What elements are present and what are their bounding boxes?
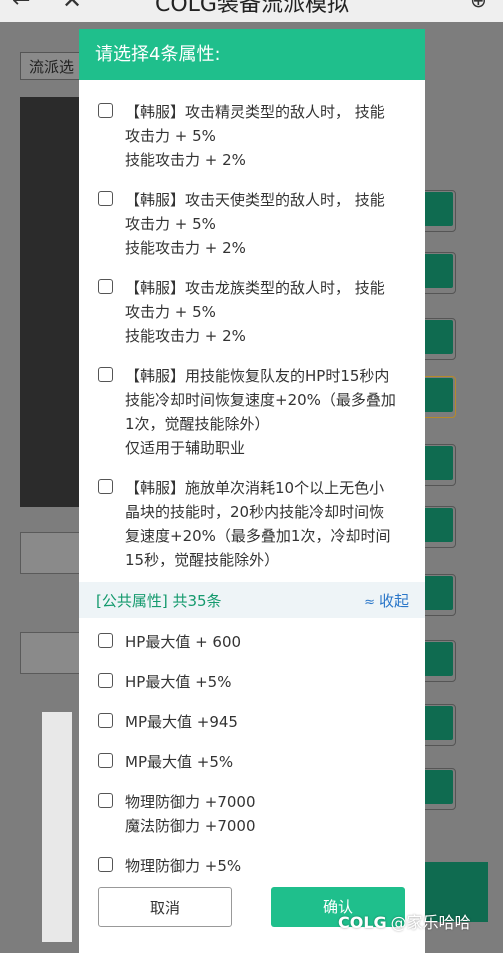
- option-line: 技能攻击力 + 2%: [125, 239, 246, 257]
- option-line: 15秒，觉醒技能除外）: [125, 551, 280, 569]
- checkbox[interactable]: [98, 793, 113, 808]
- watermark-text: @家乐哈哈: [390, 913, 471, 932]
- option-line: 攻击力 + 5%: [125, 215, 216, 233]
- option-text: 【韩服】攻击天使类型的敌人时， 技能 攻击力 + 5% 技能攻击力 + 2%: [125, 188, 410, 260]
- watermark: COLG @家乐哈哈: [338, 909, 471, 933]
- option-text: 【韩服】攻击精灵类型的敌人时， 技能 攻击力 + 5% 技能攻击力 + 2%: [125, 100, 410, 172]
- option-text: 物理防御力 +7000 魔法防御力 +7000: [125, 790, 410, 838]
- collapse-button[interactable]: ≈ 收起: [364, 590, 409, 611]
- more-icon[interactable]: ⊕: [470, 0, 487, 12]
- background-bar: [20, 632, 84, 674]
- option-line: HP最大值 + 600: [125, 633, 242, 651]
- option-line: 【韩服】攻击精灵类型的敌人时， 技能: [125, 103, 385, 121]
- option-line: 【韩服】攻击龙族类型的敌人时， 技能: [125, 279, 385, 297]
- option-line: 【韩服】施放单次消耗10个以上无色小: [125, 479, 385, 497]
- option-line: 1次，觉醒技能除外）: [125, 415, 270, 433]
- option-text: HP最大值 +5%: [125, 670, 410, 694]
- option-line: HP最大值 +5%: [125, 673, 232, 691]
- background-panel: [20, 97, 82, 507]
- checkbox[interactable]: [98, 479, 113, 494]
- option-line: 【韩服】用技能恢复队友的HP时15秒内: [125, 367, 390, 385]
- option-text: 【韩服】攻击龙族类型的敌人时， 技能 攻击力 + 5% 技能攻击力 + 2%: [125, 276, 410, 348]
- background-bar: [20, 532, 84, 574]
- dialog-title: 请选择4条属性:: [79, 29, 425, 80]
- colg-logo: COLG: [338, 913, 387, 932]
- option-text: HP最大值 + 600: [125, 630, 410, 654]
- section-label: [公共属性] 共35条: [96, 592, 222, 610]
- checkbox[interactable]: [98, 633, 113, 648]
- option-text: 【韩服】施放单次消耗10个以上无色小 晶块的技能时，20秒内技能冷却时间恢 复速…: [125, 476, 410, 572]
- back-icon[interactable]: ←: [12, 0, 30, 13]
- background-area: [42, 712, 72, 942]
- option-line: 技能冷却时间恢复速度+20%（最多叠加: [125, 391, 396, 409]
- option-text: MP最大值 +5%: [125, 750, 410, 774]
- option-line: 复速度+20%（最多叠加1次，冷却时间: [125, 527, 391, 545]
- option-line: MP最大值 +5%: [125, 753, 234, 771]
- option-text: 物理防御力 +5%: [125, 854, 410, 878]
- option-line: 仅适用于辅助职业: [125, 439, 246, 457]
- attribute-select-dialog: 请选择4条属性: 【韩服】攻击精灵类型的敌人时， 技能 攻击力 + 5% 技能攻…: [79, 29, 425, 953]
- checkbox[interactable]: [98, 103, 113, 118]
- option-line: 魔法防御力 +7000: [125, 817, 256, 835]
- option-line: 攻击力 + 5%: [125, 127, 216, 145]
- option-line: MP最大值 +945: [125, 713, 238, 731]
- checkbox[interactable]: [98, 857, 113, 872]
- checkbox[interactable]: [98, 713, 113, 728]
- page-title: COLG装备流派模拟: [155, 0, 349, 17]
- close-icon[interactable]: ✕: [62, 0, 82, 14]
- option-line: 晶块的技能时，20秒内技能冷却时间恢: [125, 503, 385, 521]
- checkbox[interactable]: [98, 367, 113, 382]
- chevron-up-icon: ≈: [364, 595, 375, 610]
- checkbox[interactable]: [98, 673, 113, 688]
- option-line: 攻击力 + 5%: [125, 303, 216, 321]
- option-text: 【韩服】用技能恢复队友的HP时15秒内 技能冷却时间恢复速度+20%（最多叠加 …: [125, 364, 410, 460]
- public-attributes-header: [公共属性] 共35条 ≈ 收起: [79, 582, 425, 618]
- option-line: 物理防御力 +5%: [125, 857, 242, 875]
- option-line: 物理防御力 +7000: [125, 793, 256, 811]
- option-line: 技能攻击力 + 2%: [125, 327, 246, 345]
- top-bar: ← ✕ COLG装备流派模拟 ⊕: [0, 0, 503, 22]
- checkbox[interactable]: [98, 191, 113, 206]
- option-line: 【韩服】攻击天使类型的敌人时， 技能: [125, 191, 385, 209]
- collapse-label: 收起: [378, 592, 409, 610]
- checkbox[interactable]: [98, 279, 113, 294]
- option-line: 技能攻击力 + 2%: [125, 151, 246, 169]
- cancel-button[interactable]: 取消: [98, 887, 232, 927]
- checkbox[interactable]: [98, 753, 113, 768]
- option-text: MP最大值 +945: [125, 710, 410, 734]
